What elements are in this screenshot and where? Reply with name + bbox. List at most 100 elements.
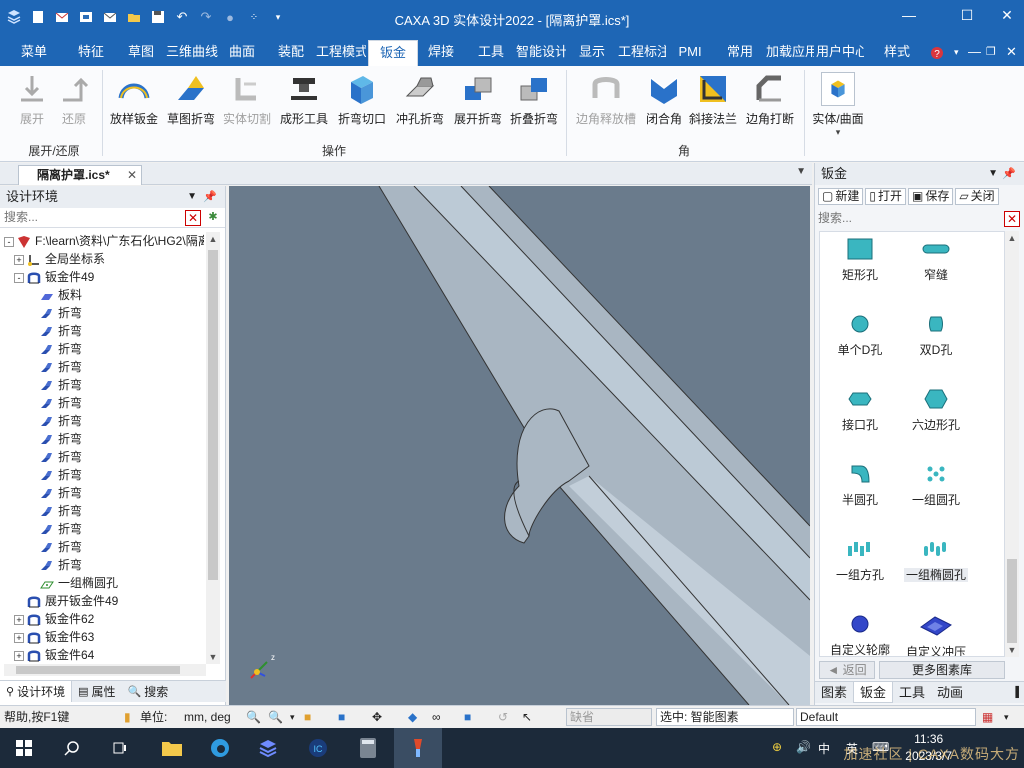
tab-annotation[interactable]: 工程标注 <box>618 40 666 66</box>
caxa-ic-icon[interactable]: IC <box>294 728 342 768</box>
tree-node[interactable]: 折弯 <box>4 556 204 574</box>
volume-icon[interactable]: 🔊 <box>796 740 811 754</box>
catalog-dropdown-icon[interactable]: ▼ <box>988 163 998 185</box>
tab-assembly[interactable]: 装配 <box>268 40 314 66</box>
catalog-search-input[interactable] <box>815 209 975 227</box>
catalog-close-button[interactable]: ▱ 关闭 <box>955 188 999 205</box>
tab-weld[interactable]: 焊接 <box>420 40 462 66</box>
new-file-icon[interactable] <box>28 7 48 27</box>
solid-cut-button[interactable]: 实体切割 <box>220 72 274 127</box>
tree-node[interactable]: + 钣金件63 <box>4 628 204 646</box>
tree-node[interactable]: 一组椭圆孔 <box>4 574 204 592</box>
more-libraries-button[interactable]: 更多图素库 <box>879 661 1005 679</box>
app-logo-icon[interactable] <box>4 7 24 27</box>
catalog-item[interactable]: 矩形孔 <box>820 238 900 283</box>
catalog-item[interactable]: 自定义冲压 <box>896 613 976 656</box>
tab-sheet-metal[interactable]: 钣金 <box>368 40 418 66</box>
zoom-icon[interactable]: 🔍 <box>246 709 261 725</box>
expand-icon[interactable]: + <box>14 650 24 661</box>
scroll-thumb[interactable] <box>1007 559 1017 643</box>
tab-engineering-mode[interactable]: 工程模式 <box>316 40 366 66</box>
render-mode-icon[interactable]: ■ <box>338 709 345 725</box>
tab-search[interactable]: 🔍 搜索 <box>122 681 175 702</box>
style-menu[interactable]: 样式 <box>884 40 910 66</box>
bend-relief-cut-button[interactable]: 折弯切口 <box>334 72 390 127</box>
tab-design-env[interactable]: ⚲ 设计环境 <box>0 681 73 702</box>
tree-horizontal-scrollbar[interactable] <box>4 664 206 676</box>
mail-icon[interactable] <box>52 7 72 27</box>
catalog-new-button[interactable]: ▢ 新建 <box>818 188 864 205</box>
scroll-down-icon[interactable]: ▼ <box>1005 643 1019 657</box>
catalog-item[interactable]: 自定义轮廓 <box>820 613 900 656</box>
calculator-icon[interactable] <box>344 728 392 768</box>
corner-break-button[interactable]: 边角打断 <box>742 72 798 127</box>
zoom-area-icon[interactable]: 🔍 <box>268 709 283 725</box>
file-explorer-icon[interactable] <box>148 728 196 768</box>
save-icon[interactable] <box>148 7 168 27</box>
undo-icon[interactable]: ↶ <box>172 7 192 27</box>
tab-tools[interactable]: 工具 <box>470 40 512 66</box>
scroll-up-icon[interactable]: ▲ <box>1005 231 1019 245</box>
corner-relief-button[interactable]: 边角释放槽 <box>570 72 642 127</box>
search-taskbar-icon[interactable] <box>48 728 96 768</box>
tab-load-app[interactable]: 加载应用 <box>766 40 814 66</box>
tabs-scroll-icon[interactable]: ▐ <box>1006 682 1024 703</box>
box-view-icon[interactable]: ■ <box>464 709 471 725</box>
document-list-dropdown-icon[interactable]: ▼ <box>796 166 806 177</box>
settings-icon[interactable]: ▦ <box>982 709 993 725</box>
tree-node[interactable]: 折弯 <box>4 448 204 466</box>
tab-feature[interactable]: 特征 <box>64 40 118 66</box>
tree-node[interactable]: 折弯 <box>4 304 204 322</box>
send-mail-icon[interactable] <box>100 7 120 27</box>
loft-sheet-button[interactable]: 放样钣金 <box>106 72 162 127</box>
hscroll-thumb[interactable] <box>16 666 180 674</box>
globe-icon[interactable]: ● <box>220 7 240 27</box>
punch-bend-button[interactable]: 冲孔折弯 <box>392 72 448 127</box>
section-icon[interactable]: ◆ <box>408 709 417 725</box>
tree-node[interactable]: 折弯 <box>4 412 204 430</box>
selection-filter-select[interactable]: 选中: 智能图素 <box>656 708 794 726</box>
close-button[interactable]: ✕ <box>984 0 1024 30</box>
tab-display[interactable]: 显示 <box>572 40 612 66</box>
help-icon[interactable]: ? <box>930 40 944 66</box>
tree-node[interactable]: 折弯 <box>4 466 204 484</box>
tree-node[interactable]: + 钣金件64 <box>4 646 204 664</box>
dot-grid-icon[interactable]: ⁘ <box>244 7 264 27</box>
start-button[interactable] <box>0 728 48 768</box>
edge-browser-icon[interactable] <box>196 728 244 768</box>
catalog-save-button[interactable]: ▣ 保存 <box>907 188 954 205</box>
expand-icon[interactable]: + <box>14 614 24 625</box>
close-doc-icon[interactable]: ✕ <box>1006 40 1017 66</box>
tab-surface[interactable]: 曲面 <box>222 40 262 66</box>
zoom-dropdown-icon[interactable]: ▾ <box>290 709 295 725</box>
catalog-item[interactable]: 一组椭圆孔 <box>896 538 976 583</box>
tab-smart-design[interactable]: 智能设计 <box>516 40 566 66</box>
scroll-up-icon[interactable]: ▲ <box>206 232 220 246</box>
redo-icon[interactable]: ↷ <box>196 7 216 27</box>
expand-icon[interactable]: + <box>14 254 24 265</box>
task-view-icon[interactable] <box>96 728 144 768</box>
tree-node[interactable]: 折弯 <box>4 502 204 520</box>
catalog-item[interactable]: 单个D孔 <box>820 313 900 358</box>
tree-node[interactable]: 折弯 <box>4 484 204 502</box>
scroll-thumb[interactable] <box>208 250 218 580</box>
collapse-icon[interactable]: - <box>14 272 24 283</box>
catalog-item[interactable]: 一组方孔 <box>820 538 900 583</box>
restore-button[interactable]: 还原 <box>54 72 94 127</box>
tree-scrollbar[interactable]: ▲ ▼ <box>206 232 220 664</box>
catalog-scrollbar[interactable]: ▲ ▼ <box>1005 231 1019 657</box>
unfold-bend-button[interactable]: 展开折弯 <box>450 72 506 127</box>
ribbon-minimize-icon[interactable]: — <box>968 40 981 66</box>
fold-bend-button[interactable]: 折叠折弯 <box>506 72 562 127</box>
catalog-open-button[interactable]: ▯ 打开 <box>865 188 906 205</box>
tree-node[interactable]: 折弯 <box>4 376 204 394</box>
tab-pmi[interactable]: PMI <box>672 40 708 66</box>
tab-animation[interactable]: 动画 <box>931 682 969 703</box>
3d-viewport[interactable]: z <box>229 186 810 705</box>
unfold-button[interactable]: 展开 <box>12 72 52 127</box>
close-tab-icon[interactable]: ✕ <box>127 166 137 184</box>
miter-flange-button[interactable]: 斜接法兰 <box>686 72 740 127</box>
sketch-bend-button[interactable]: 草图折弯 <box>164 72 218 127</box>
pin-icon[interactable]: 📌 <box>203 186 217 208</box>
pin-icon[interactable]: 📌 <box>1002 163 1016 185</box>
